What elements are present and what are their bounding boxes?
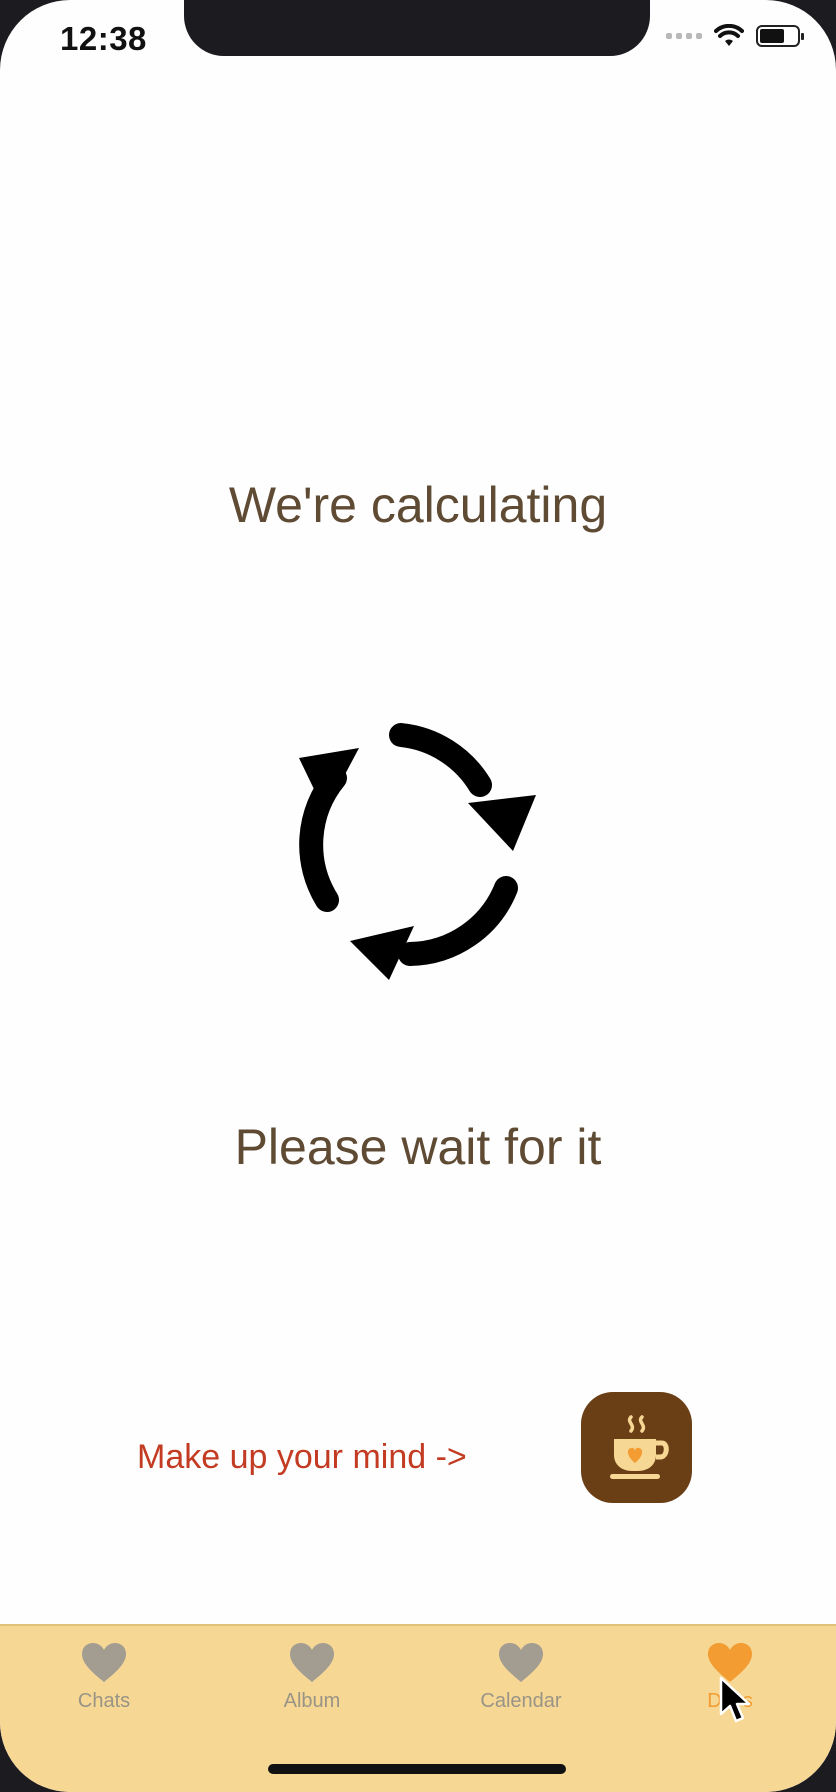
coffee-button[interactable] bbox=[581, 1392, 692, 1503]
page-subtitle: Please wait for it bbox=[234, 1119, 602, 1175]
make-up-your-mind-text: Make up your mind -> bbox=[137, 1438, 467, 1476]
refresh-arrows-icon bbox=[299, 723, 536, 980]
tab-label: Calendar bbox=[480, 1690, 562, 1712]
status-indicators bbox=[666, 24, 804, 48]
heart-icon bbox=[290, 1643, 334, 1682]
wifi-icon bbox=[714, 24, 744, 46]
tab-label: Album bbox=[283, 1690, 341, 1712]
tab-chats[interactable]: Chats bbox=[24, 1642, 184, 1713]
notch bbox=[184, 0, 650, 56]
coffee-cup-heart-icon bbox=[609, 1414, 669, 1479]
heart-icon bbox=[499, 1643, 543, 1682]
tab-album[interactable]: Album bbox=[232, 1642, 392, 1713]
tab-label: Chats bbox=[77, 1690, 131, 1712]
home-indicator[interactable] bbox=[268, 1764, 566, 1774]
heart-icon bbox=[82, 1643, 126, 1682]
battery-icon bbox=[756, 25, 804, 47]
status-time: 12:38 bbox=[60, 20, 147, 57]
cellular-signal-icon bbox=[666, 33, 702, 39]
mouse-pointer-icon bbox=[719, 1676, 751, 1723]
tab-calendar[interactable]: Calendar bbox=[441, 1642, 601, 1713]
page-title: We're calculating bbox=[228, 477, 608, 533]
phone-screen: 12:38 We're calculating Please wait for … bbox=[0, 0, 836, 1792]
